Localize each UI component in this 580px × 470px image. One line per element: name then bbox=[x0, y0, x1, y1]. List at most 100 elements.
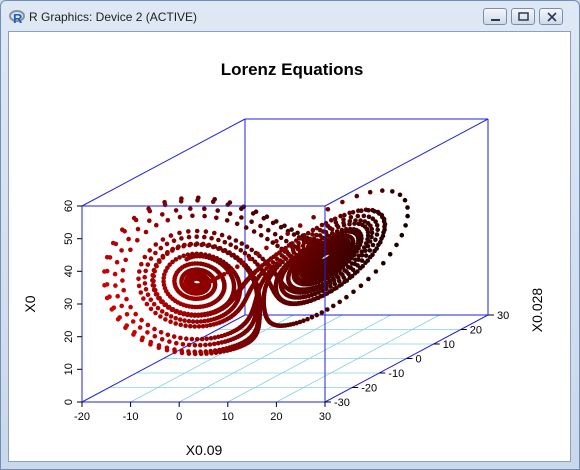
chart-title: Lorenz Equations bbox=[221, 60, 364, 79]
data-point bbox=[109, 307, 115, 312]
data-point bbox=[198, 349, 203, 355]
data-point bbox=[208, 348, 213, 354]
data-point bbox=[394, 242, 399, 248]
y-tick-label: 30 bbox=[497, 310, 509, 322]
y-tick-label: -30 bbox=[334, 397, 350, 409]
data-point bbox=[177, 317, 183, 322]
data-point bbox=[148, 342, 153, 347]
data-point bbox=[168, 319, 173, 325]
data-point bbox=[375, 227, 381, 232]
x-tick-label: 10 bbox=[222, 411, 234, 423]
data-point bbox=[359, 249, 365, 254]
data-point bbox=[208, 336, 214, 341]
data-point bbox=[244, 244, 250, 249]
data-point bbox=[202, 206, 207, 212]
data-point bbox=[363, 207, 369, 213]
data-point bbox=[291, 232, 297, 237]
data-point bbox=[281, 265, 287, 270]
r-graphics-window: R R Graphics: Device 2 (ACTIVE) Lorenz E… bbox=[0, 0, 580, 470]
z-tick-label: 30 bbox=[63, 298, 75, 310]
data-point bbox=[323, 220, 329, 226]
y-tick-label: -10 bbox=[388, 368, 404, 380]
minimize-button[interactable] bbox=[483, 8, 507, 25]
data-point bbox=[142, 274, 147, 280]
data-point bbox=[139, 317, 144, 323]
data-point bbox=[123, 257, 128, 263]
data-point bbox=[142, 281, 148, 286]
data-point bbox=[204, 336, 209, 342]
data-point bbox=[338, 213, 343, 219]
data-point bbox=[147, 218, 152, 223]
data-point bbox=[114, 259, 120, 265]
data-point bbox=[380, 188, 385, 193]
data-point bbox=[212, 348, 218, 353]
data-point bbox=[353, 218, 358, 223]
data-point bbox=[139, 337, 145, 343]
data-point bbox=[119, 303, 124, 309]
data-point bbox=[148, 297, 154, 303]
y-tick-label: -20 bbox=[361, 383, 377, 395]
data-point bbox=[307, 236, 313, 242]
data-point bbox=[238, 248, 244, 253]
data-point bbox=[145, 292, 151, 298]
data-point bbox=[228, 242, 233, 247]
data-point bbox=[339, 227, 345, 233]
close-button[interactable] bbox=[539, 8, 563, 25]
data-point bbox=[258, 223, 263, 229]
data-point bbox=[128, 304, 133, 310]
data-point bbox=[131, 332, 136, 337]
data-point bbox=[356, 253, 362, 259]
data-point bbox=[268, 256, 274, 261]
y-tick-label: 10 bbox=[443, 339, 455, 351]
data-point bbox=[249, 219, 254, 224]
y-tick-label: 0 bbox=[416, 354, 422, 366]
data-point bbox=[214, 215, 219, 221]
title-bar[interactable]: R R Graphics: Device 2 (ACTIVE) bbox=[1, 1, 579, 31]
x-tick-label: 20 bbox=[270, 411, 282, 423]
data-point bbox=[334, 229, 340, 234]
data-point bbox=[164, 288, 169, 294]
data-point bbox=[264, 245, 269, 251]
data-point bbox=[202, 213, 207, 219]
data-point bbox=[366, 276, 371, 282]
data-point bbox=[198, 342, 203, 348]
data-point bbox=[309, 315, 315, 320]
data-point bbox=[136, 283, 142, 289]
plot-area: Lorenz Equations -20 -10 0 10 20 30 0 10 20 30 40 5… bbox=[8, 31, 571, 462]
data-point bbox=[347, 210, 353, 216]
data-point bbox=[263, 260, 269, 265]
data-point bbox=[184, 257, 189, 262]
data-point bbox=[203, 349, 209, 354]
data-point bbox=[266, 227, 271, 233]
data-point bbox=[351, 289, 356, 295]
data-point bbox=[171, 334, 177, 339]
data-point bbox=[187, 242, 192, 248]
data-point bbox=[164, 241, 170, 247]
data-point bbox=[151, 268, 157, 273]
y-tick-label: 20 bbox=[470, 325, 482, 337]
data-point bbox=[173, 284, 178, 290]
data-point bbox=[344, 227, 349, 232]
data-point bbox=[178, 335, 183, 341]
data-point bbox=[397, 192, 403, 198]
data-point bbox=[144, 301, 150, 307]
data-point bbox=[113, 283, 118, 288]
data-point bbox=[199, 242, 204, 248]
data-point bbox=[121, 287, 126, 293]
data-point bbox=[310, 241, 316, 246]
data-point bbox=[387, 252, 393, 257]
data-point bbox=[311, 215, 316, 220]
data-point bbox=[155, 305, 161, 311]
data-point bbox=[123, 325, 128, 331]
x-tick-label: -10 bbox=[123, 411, 139, 423]
data-point bbox=[329, 218, 334, 223]
data-point bbox=[305, 316, 310, 322]
data-point bbox=[212, 335, 218, 340]
data-point bbox=[310, 232, 315, 237]
data-point bbox=[126, 236, 131, 242]
maximize-button[interactable] bbox=[511, 8, 535, 25]
data-point bbox=[227, 235, 232, 240]
data-point bbox=[193, 242, 198, 247]
data-point bbox=[145, 262, 151, 267]
data-point bbox=[153, 291, 159, 297]
